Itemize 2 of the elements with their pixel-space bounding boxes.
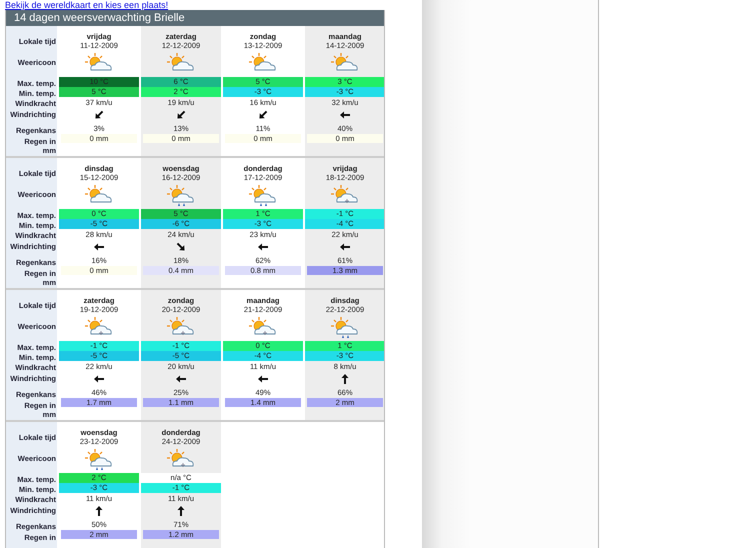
forecast-title: 14 dagen weersverwachting Brielle <box>6 10 384 26</box>
world-map-link[interactable]: Bekijk de wereldkaart en kies een plaats! <box>5 0 168 10</box>
